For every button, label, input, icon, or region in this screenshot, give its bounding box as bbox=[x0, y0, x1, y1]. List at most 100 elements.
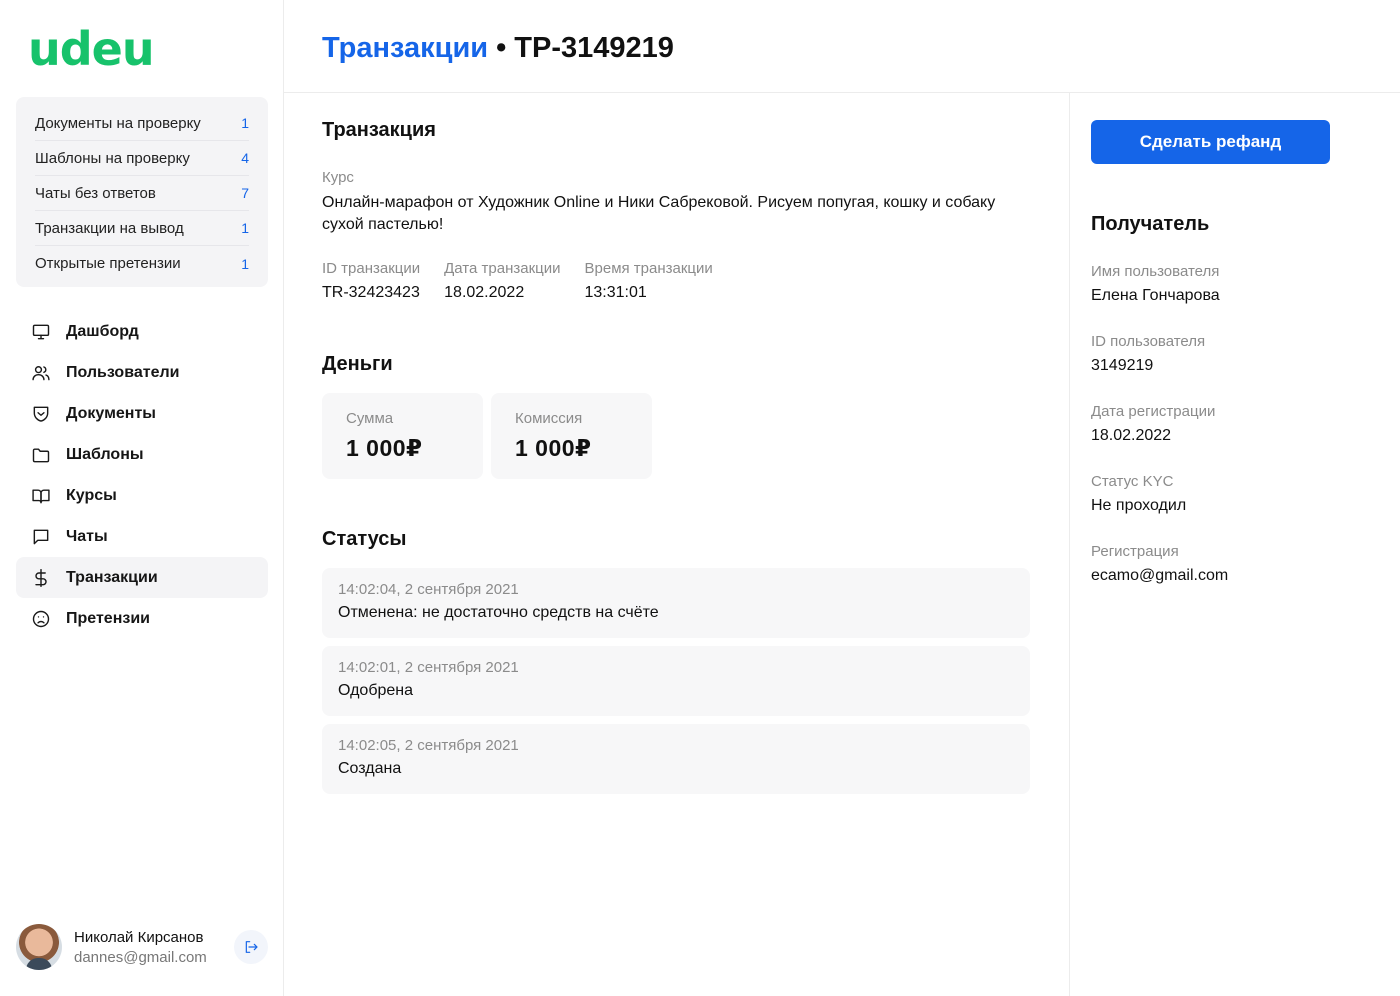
todo-count: 7 bbox=[241, 185, 249, 201]
money-section-title: Деньги bbox=[322, 353, 393, 375]
transaction-time-label: Время транзакции bbox=[584, 260, 713, 277]
todo-item-documents[interactable]: Документы на проверку 1 bbox=[35, 106, 249, 141]
money-cards: Сумма 1 000₽ Комиссия 1 000₽ bbox=[322, 393, 660, 479]
recipient-section-title: Получатель bbox=[1091, 213, 1210, 235]
fee-card: Комиссия 1 000₽ bbox=[491, 393, 652, 479]
breadcrumb-transactions-link[interactable]: Транзакции bbox=[322, 32, 488, 64]
field-value: Не проходил bbox=[1091, 497, 1187, 514]
course-field: Курс Онлайн-марафон от Художник Online и… bbox=[322, 169, 1022, 236]
nav-item-claims[interactable]: Претензии bbox=[16, 598, 268, 639]
todo-label: Шаблоны на проверку bbox=[35, 149, 190, 167]
nav-label: Шаблоны bbox=[66, 445, 144, 463]
status-item: 14:02:05, 2 сентября 2021 Создана bbox=[322, 724, 1030, 794]
nav-label: Пользователи bbox=[66, 363, 180, 381]
todo-label: Транзакции на вывод bbox=[35, 219, 184, 237]
field-value: Елена Гончарова bbox=[1091, 287, 1220, 304]
transaction-number: TP-3149219 bbox=[514, 32, 674, 64]
transaction-date-label: Дата транзакции bbox=[444, 260, 561, 277]
field-label: Имя пользователя bbox=[1091, 263, 1220, 280]
field-value: 18.02.2022 bbox=[1091, 427, 1172, 444]
logout-button[interactable] bbox=[234, 930, 268, 964]
transaction-id-value: TR-32423423 bbox=[322, 284, 420, 301]
status-text: Отменена: не достаточно средств на счёте bbox=[338, 604, 659, 621]
status-text: Создана bbox=[338, 760, 402, 777]
fee-label: Комиссия bbox=[515, 410, 583, 427]
nav-item-courses[interactable]: Курсы bbox=[16, 475, 268, 516]
recipient-fields: Имя пользователя Елена Гончарова ID поль… bbox=[1091, 263, 1228, 613]
shield-icon bbox=[30, 403, 52, 425]
nav-item-dashboard[interactable]: Дашборд bbox=[16, 311, 268, 352]
todo-item-chats[interactable]: Чаты без ответов 7 bbox=[35, 176, 249, 211]
recipient-registration-field: Регистрация ecamo@gmail.com bbox=[1091, 543, 1228, 613]
nav-label: Претензии bbox=[66, 609, 150, 627]
todo-count: 1 bbox=[241, 220, 249, 236]
breadcrumb-separator: • bbox=[496, 32, 507, 64]
frown-icon bbox=[30, 608, 52, 630]
nav-item-chats[interactable]: Чаты bbox=[16, 516, 268, 557]
nav-label: Курсы bbox=[66, 486, 117, 504]
status-list: 14:02:04, 2 сентября 2021 Отменена: не д… bbox=[322, 568, 1030, 802]
status-time: 14:02:05, 2 сентября 2021 bbox=[338, 737, 519, 754]
todo-count: 1 bbox=[241, 255, 249, 272]
transaction-date-value: 18.02.2022 bbox=[444, 284, 525, 301]
todo-label: Открытые претензии bbox=[35, 255, 181, 272]
transaction-meta: ID транзакции TR-32423423 Дата транзакци… bbox=[322, 260, 737, 302]
todo-count: 1 bbox=[241, 115, 249, 131]
user-email: dannes@gmail.com bbox=[74, 948, 207, 966]
folder-icon bbox=[30, 444, 52, 466]
status-time: 14:02:01, 2 сентября 2021 bbox=[338, 659, 519, 676]
recipient-kyc-field: Статус KYC Не проходил bbox=[1091, 473, 1228, 543]
sidebar: udeu Документы на проверку 1 Шаблоны на … bbox=[0, 0, 284, 996]
recipient-name-field: Имя пользователя Елена Гончарова bbox=[1091, 263, 1228, 333]
field-label: Статус KYC bbox=[1091, 473, 1174, 490]
nav-label: Дашборд bbox=[66, 322, 139, 340]
todo-label: Документы на проверку bbox=[35, 114, 201, 132]
field-label: ID пользователя bbox=[1091, 333, 1206, 350]
nav-label: Транзакции bbox=[66, 568, 158, 586]
field-value: ecamo@gmail.com bbox=[1091, 567, 1229, 584]
nav-item-transactions[interactable]: Транзакции bbox=[16, 557, 268, 598]
app-logo[interactable]: udeu bbox=[28, 26, 155, 72]
sum-value: 1 000₽ bbox=[346, 435, 423, 461]
status-item: 14:02:04, 2 сентября 2021 Отменена: не д… bbox=[322, 568, 1030, 638]
statuses-section-title: Статусы bbox=[322, 528, 407, 550]
nav-label: Чаты bbox=[66, 527, 108, 545]
transaction-date-field: Дата транзакции 18.02.2022 bbox=[444, 260, 560, 302]
page-header: Транзакции • TP-3149219 bbox=[284, 0, 1400, 93]
todo-item-claims[interactable]: Открытые претензии 1 bbox=[35, 246, 249, 281]
sum-card: Сумма 1 000₽ bbox=[322, 393, 483, 479]
nav-item-documents[interactable]: Документы bbox=[16, 393, 268, 434]
nav-label: Документы bbox=[66, 404, 156, 422]
transaction-id-label: ID транзакции bbox=[322, 260, 421, 277]
book-icon bbox=[30, 485, 52, 507]
nav-item-users[interactable]: Пользователи bbox=[16, 352, 268, 393]
status-text: Одобрена bbox=[338, 682, 414, 699]
transaction-id-field: ID транзакции TR-32423423 bbox=[322, 260, 420, 302]
todo-count: 4 bbox=[241, 150, 249, 166]
recipient-reg-date-field: Дата регистрации 18.02.2022 bbox=[1091, 403, 1228, 473]
field-label: Дата регистрации bbox=[1091, 403, 1216, 420]
todo-item-withdrawals[interactable]: Транзакции на вывод 1 bbox=[35, 211, 249, 246]
page-title: Транзакции • TP-3149219 bbox=[322, 30, 674, 66]
transaction-time-field: Время транзакции 13:31:01 bbox=[585, 260, 713, 302]
user-name: Николай Кирсанов bbox=[74, 928, 204, 946]
recipient-id-field: ID пользователя 3149219 bbox=[1091, 333, 1228, 403]
refund-button[interactable]: Сделать рефанд bbox=[1091, 120, 1330, 164]
nav-item-templates[interactable]: Шаблоны bbox=[16, 434, 268, 475]
chat-icon bbox=[30, 526, 52, 548]
todo-item-templates[interactable]: Шаблоны на проверку 4 bbox=[35, 141, 249, 176]
users-icon bbox=[30, 362, 52, 384]
user-info: Николай Кирсанов dannes@gmail.com bbox=[74, 929, 234, 966]
status-item: 14:02:01, 2 сентября 2021 Одобрена bbox=[322, 646, 1030, 716]
avatar[interactable] bbox=[16, 924, 62, 970]
course-value: Онлайн-марафон от Художник Online и Ники… bbox=[322, 194, 996, 233]
monitor-icon bbox=[30, 321, 52, 343]
transaction-details: Транзакция Курс Онлайн-марафон от Художн… bbox=[284, 93, 1070, 996]
field-label: Регистрация bbox=[1091, 543, 1179, 560]
transaction-section-title: Транзакция bbox=[322, 119, 436, 141]
sum-label: Сумма bbox=[346, 410, 394, 427]
dollar-icon bbox=[30, 567, 52, 589]
current-user: Николай Кирсанов dannes@gmail.com bbox=[16, 922, 268, 972]
course-label: Курс bbox=[322, 169, 354, 186]
status-time: 14:02:04, 2 сентября 2021 bbox=[338, 581, 519, 598]
